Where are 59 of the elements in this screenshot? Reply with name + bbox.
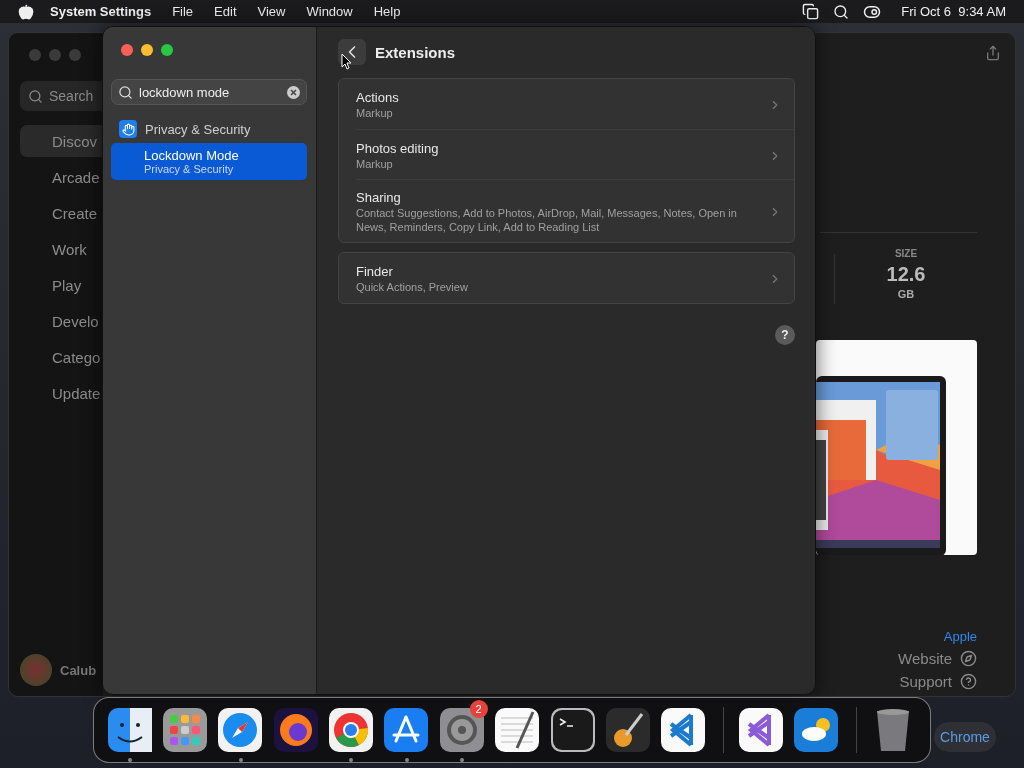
extension-row[interactable]: Sharing Contact Suggestions, Add to Photos, AirDrop, Mail, Messages, Notes, Open in News, Reminders, Copy Link, Add to Reading List <box>356 179 794 242</box>
guitar-icon[interactable] <box>605 708 650 752</box>
apple-menu-icon[interactable] <box>18 3 34 20</box>
smiling-face-icon[interactable] <box>107 708 152 752</box>
page-title: Extensions <box>375 43 456 61</box>
extension-row[interactable]: Actions Markup <box>356 79 794 129</box>
menu-item[interactable]: File <box>172 4 194 19</box>
sidebar-item[interactable]: Play <box>20 269 103 301</box>
help-icon <box>960 673 977 690</box>
sidebar-item[interactable]: Arcade <box>20 161 103 193</box>
circle-emblem-icon[interactable] <box>329 708 374 752</box>
clear-icon[interactable] <box>287 85 300 99</box>
code-icon[interactable] <box>661 708 706 752</box>
search-result[interactable]: Lockdown Mode Privacy & Security <box>111 143 307 180</box>
help-button[interactable]: ? <box>775 325 795 345</box>
search-result[interactable]: Privacy & Security <box>111 117 307 141</box>
pointer-icon <box>341 53 352 70</box>
sidebar-item[interactable]: Develo <box>20 305 103 337</box>
app-menu[interactable]: System Settings <box>50 4 152 19</box>
zoom-button[interactable] <box>161 44 173 56</box>
screen-mirroring-icon[interactable] <box>802 3 820 20</box>
sidebar-item[interactable]: Work <box>20 233 103 265</box>
menu-item[interactable]: Help <box>373 4 401 19</box>
stat-label: SIZE <box>894 248 918 259</box>
close-button[interactable] <box>121 44 133 56</box>
code-icon[interactable] <box>738 708 783 752</box>
extension-row[interactable]: Finder Quick Actions, Preview <box>356 253 794 303</box>
sidebar-item[interactable]: Catego <box>20 341 103 373</box>
search-field[interactable]: Search <box>20 81 103 111</box>
a-frame-icon[interactable] <box>384 708 429 752</box>
hand-icon <box>119 120 137 138</box>
back-button[interactable] <box>338 39 366 65</box>
info-link[interactable]: Website <box>898 650 977 667</box>
cloud-icon[interactable] <box>793 708 838 752</box>
terminal-icon[interactable] <box>550 708 595 752</box>
notepad-icon[interactable] <box>495 708 540 752</box>
sidebar-item[interactable]: Discov <box>20 125 103 157</box>
compass-icon <box>960 650 977 667</box>
app-grid-icon[interactable] <box>163 708 208 752</box>
search-icon[interactable] <box>833 3 850 20</box>
menu-item[interactable]: Window <box>306 4 353 19</box>
menu-clock[interactable]: Fri Oct 6 9:34 AM <box>901 4 1006 19</box>
stat-unit: GB <box>897 288 915 300</box>
sidebar-item[interactable]: Update <box>20 377 103 409</box>
minimize-button[interactable] <box>141 44 153 56</box>
search-icon <box>118 84 133 100</box>
sidebar-item[interactable]: Create <box>20 197 103 229</box>
search-field[interactable]: lockdown mode <box>111 79 307 105</box>
developer-link[interactable]: Apple <box>943 629 977 644</box>
open-button[interactable]: Chrome <box>934 722 996 752</box>
user-name[interactable]: Calub <box>60 662 97 678</box>
info-link[interactable]: Support <box>899 673 977 690</box>
search-icon <box>28 88 43 104</box>
menu-item[interactable]: Edit <box>214 4 237 19</box>
stat-value: 12.6 <box>886 263 926 286</box>
compass-icon[interactable] <box>218 708 263 752</box>
extension-row[interactable]: Photos editing Markup <box>356 129 794 179</box>
menu-item[interactable]: View <box>257 4 286 19</box>
notification-badge: 2 <box>469 700 488 718</box>
